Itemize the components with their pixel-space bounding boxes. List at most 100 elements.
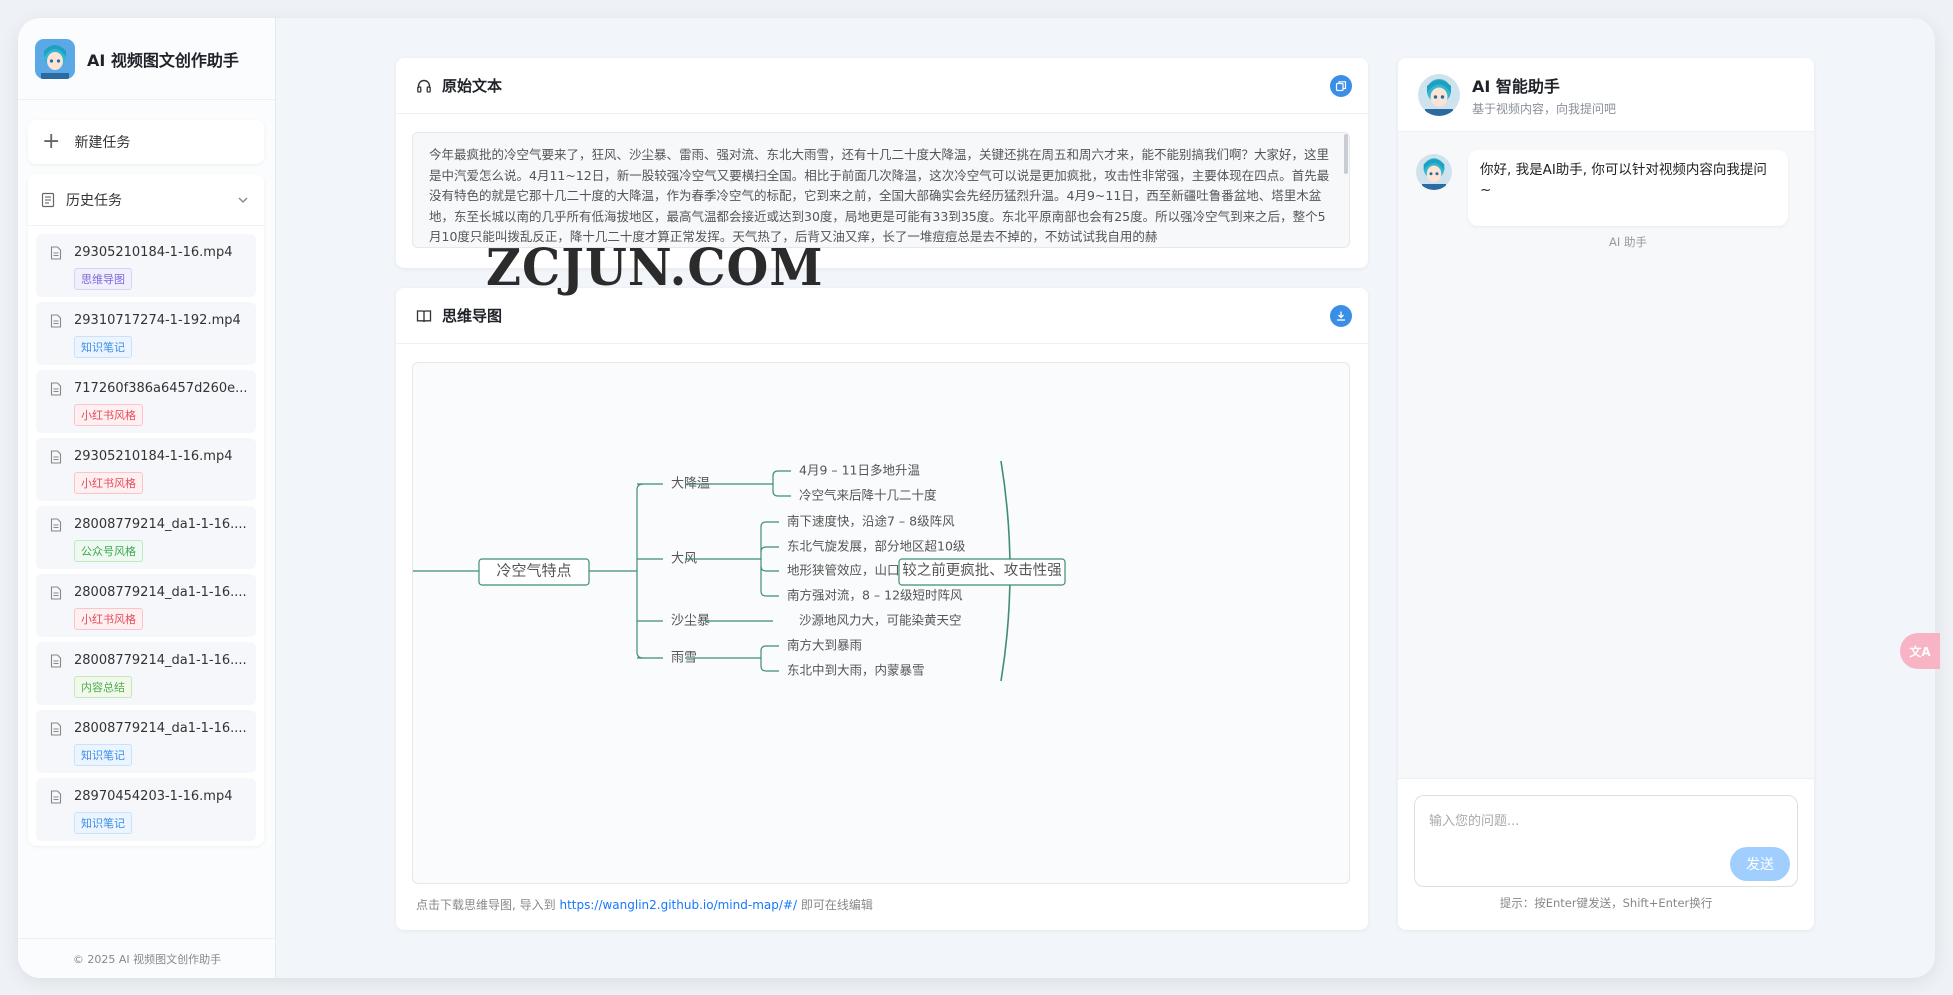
new-task-label: 新建任务 [74,135,131,151]
assistant-message: 你好, 我是AI助手, 你可以针对视频内容向我提问 ~ [1468,150,1788,226]
history-item-filename: 717260f386a6457d260e... [74,381,246,396]
mindmap-leaf-label: 冷空气来后降十几二十度 [799,488,937,503]
history-item-filename: 28008779214_da1-1-16.... [74,653,246,668]
brand: AI 视频图文创作助手 [18,18,275,100]
mindmap-connector [760,665,779,672]
history-item-filename: 29310717274-1-192.mp4 [74,313,241,328]
headphones-icon [417,79,431,93]
file-icon [50,314,62,328]
book-icon [416,309,432,322]
assistant-avatar [1418,73,1460,116]
text-scrollbar[interactable] [1344,134,1348,174]
download-button[interactable] [1330,305,1352,327]
history-item-filename: 28970454203-1-16.mp4 [74,789,233,804]
mindmap-leaf-label: 南方大到暴雨 [787,638,862,653]
original-text-header: 原始文本 [396,58,1368,114]
mindmap-leaf-label: 4月9 – 11日多地升温 [799,463,921,478]
history-item[interactable]: 28008779214_da1-1-16.... 公众号风格 [36,506,256,569]
brand-logo [35,38,75,79]
file-icon [50,722,62,736]
watermark: ZCJUN.COM [486,238,824,298]
mindmap-leaf-label: 沙源地风力大，可能染黄天空 [799,613,962,628]
translate-float-button[interactable]: 文A [1900,633,1940,669]
document-icon [41,192,55,207]
copyright: © 2025 AI 视频图文创作助手 [18,938,276,978]
chat-subtitle: 基于视频内容，向我提问吧 [1472,101,1617,116]
translate-icon: 文A [1909,644,1931,659]
file-icon [50,654,62,668]
file-icon [50,518,62,532]
sidebar: AI 视频图文创作助手 + 新建任务 历史任务 29305210184-1-16… [18,18,276,978]
history-item-tag: 思维导图 [74,268,132,290]
plus-icon: + [42,129,61,154]
original-text-content[interactable]: 今年最疯批的冷空气要来了，狂风、沙尘暴、雷雨、强对流、东北大雨雪，还有十几二十度… [412,132,1350,248]
mindmap-title: 思维导图 [442,307,503,325]
mindmap-branch-label: 沙尘暴 [671,614,710,629]
history-item[interactable]: 29305210184-1-16.mp4 思维导图 [36,234,256,297]
file-icon [50,586,62,600]
message-avatar [1416,154,1452,190]
history-list: 29305210184-1-16.mp4 思维导图 29310717274-1-19… [28,226,264,841]
file-icon [50,790,62,804]
history-item-tag: 知识笔记 [74,812,132,834]
app-window: AI 视频图文创作助手 + 新建任务 历史任务 29305210184-1-16… [18,18,1935,978]
history-item[interactable]: 28008779214_da1-1-16.... 小红书风格 [36,574,256,637]
history-item-filename: 28008779214_da1-1-16.... [74,585,246,600]
mindmap-connector [760,645,779,652]
history-panel: 历史任务 29305210184-1-16.mp4 思维导图 29310717274… [28,174,264,846]
mindmap-connector [636,483,644,659]
file-icon [50,246,62,260]
new-task-button[interactable]: + 新建任务 [28,120,264,164]
mindmap-leaf-label: 南下速度快，沿途7 – 8级阵风 [787,514,955,529]
chat-composer: 输入您的问题... 发送 提示：按Enter键发送，Shift+Enter换行 [1398,778,1814,930]
input-hint: 提示：按Enter键发送，Shift+Enter换行 [1499,896,1713,910]
send-button[interactable]: 发送 [1730,847,1790,881]
mindmap-hint-prefix: 点击下载思维导图, 导入到 [416,898,556,912]
history-item[interactable]: 29310717274-1-192.mp4 知识笔记 [36,302,256,365]
mindmap-connector [772,490,791,497]
chat-title: AI 智能助手 [1472,76,1560,96]
mindmap-svg: 冷空气特点大降温4月9 – 11日多地升温冷空气来后降十几二十度大风南下速度快，… [413,460,1066,682]
mindmap-connector [760,521,779,528]
mindmap-connector [772,470,791,477]
mindmap-leaf-label: 东北中到大雨，内蒙暴雪 [787,663,925,678]
mindmap-root-label: 冷空气特点 [496,562,571,580]
history-item-tag: 小红书风格 [74,608,143,630]
history-title: 历史任务 [66,192,122,209]
mindmap-connector [760,546,779,553]
chat-header: AI 智能助手 基于视频内容，向我提问吧 [1398,58,1814,132]
chevron-down-icon[interactable] [236,193,250,207]
history-item-tag: 小红书风格 [74,404,143,426]
mindmap-canvas[interactable]: 冷空气特点 大降温 4月9 – 11日多地升温 冷空气来后降十几二十度 大风 南下速度快，… [412,362,1350,884]
mindmap-connector [760,565,779,572]
mindmap-summary-label: 较之前更疯批、攻击性强 [902,561,1062,579]
history-item-tag: 知识笔记 [74,336,132,358]
history-item-tag: 公众号风格 [74,540,143,562]
file-icon [50,382,62,396]
history-item[interactable]: 28008779214_da1-1-16.... 内容总结 [36,642,256,705]
history-item-filename: 28008779214_da1-1-16.... [74,517,246,532]
download-icon [1337,311,1345,321]
original-text-card: 原始文本 今年最疯批的冷空气要来了，狂风、沙尘暴、雷雨、强对流、东北大雨雪，还有… [396,58,1368,268]
history-item[interactable]: 29305210184-1-16.mp4 小红书风格 [36,438,256,501]
copy-icon [1335,81,1347,92]
mindmap-editor-link[interactable]: https://wanglin2.github.io/mind-map/#/ [559,898,797,912]
chat-panel: AI 智能助手 基于视频内容，向我提问吧 你好, 我是AI助手, 你可以针对视频… [1398,58,1814,930]
history-item-tag: 知识笔记 [74,744,132,766]
history-item-filename: 29305210184-1-16.mp4 [74,245,233,260]
history-header[interactable]: 历史任务 [28,174,264,226]
history-item-tag: 小红书风格 [74,472,143,494]
history-item[interactable]: 28008779214_da1-1-16.... 知识笔记 [36,710,256,773]
mindmap-leaf-label: 东北气旋发展，部分地区超10级 [787,539,966,554]
message-sender: AI 助手 [1609,235,1647,249]
mindmap-card: 思维导图 冷空气特点 大降温 4月9 – 11日多地升温 冷空气来后降十几二十度 大风南… [396,288,1368,930]
history-item[interactable]: 28970454203-1-16.mp4 知识笔记 [36,778,256,841]
copy-button[interactable] [1330,75,1352,97]
original-text-title: 原始文本 [442,77,503,95]
mindmap-hint-suffix: 即可在线编辑 [800,898,873,912]
file-icon [50,450,62,464]
mindmap-leaf-label: 南方强对流，8 – 12级短时阵风 [787,588,963,603]
mindmap-hint: 点击下载思维导图, 导入到 https://wanglin2.github.io… [416,896,873,913]
history-item[interactable]: 717260f386a6457d260e... 小红书风格 [36,370,256,433]
history-item-tag: 内容总结 [74,676,132,698]
